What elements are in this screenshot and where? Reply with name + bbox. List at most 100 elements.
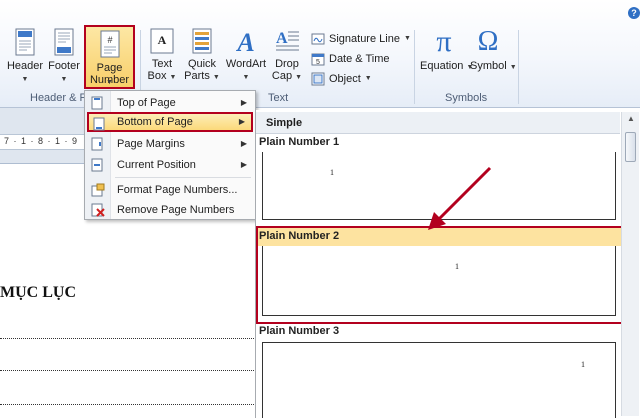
menu-item-top-of-page[interactable]: Top of Page ▶ — [87, 93, 253, 113]
date-time-label: Date & Time — [329, 52, 390, 65]
text-box-button[interactable]: A Text Box ▼ — [144, 28, 180, 92]
quick-parts-button[interactable]: Quick Parts ▼ — [183, 28, 221, 92]
menu-item-label: Page Margins — [117, 138, 185, 150]
submenu-arrow-icon: ▶ — [240, 160, 247, 169]
page-number-glyph: # — [107, 35, 112, 45]
object-button[interactable]: Object ▼ — [311, 69, 372, 88]
scroll-up-icon[interactable]: ▲ — [624, 114, 638, 128]
svg-text:A: A — [235, 28, 254, 54]
scrollbar-thumb[interactable] — [625, 132, 636, 162]
page-number-gallery: Simple Plain Number 1 1 Plain Number 2 1… — [255, 110, 640, 418]
header-label: Header — [6, 60, 44, 72]
wordart-icon: A — [235, 28, 254, 54]
chevron-down-icon: ▼ — [169, 74, 177, 81]
page-number-preview: 1 — [330, 168, 334, 177]
top-of-page-icon — [91, 96, 103, 110]
page-number-icon: # — [100, 30, 120, 58]
pi-icon: π — [436, 25, 452, 58]
footer-icon — [54, 28, 74, 56]
symbol-button[interactable]: Ω Symbol ▼ — [470, 26, 517, 92]
chevron-down-icon: ▼ — [21, 76, 29, 83]
chevron-down-icon: ▼ — [364, 75, 372, 82]
gallery-item-title: Plain Number 1 — [259, 136, 340, 148]
gallery-scrollbar[interactable]: ▲ — [621, 112, 639, 416]
gallery-item-plain-number-3[interactable]: 1 — [262, 342, 616, 418]
calendar-icon: 5 — [311, 53, 325, 66]
menu-item-label: Bottom of Page — [117, 116, 193, 128]
equation-label: Equation — [420, 60, 464, 72]
dotted-leader-line — [0, 404, 256, 405]
chevron-down-icon: ▼ — [106, 79, 113, 86]
bottom-of-page-icon — [93, 117, 105, 131]
gallery-section-header: Simple — [256, 112, 620, 134]
omega-icon: Ω — [477, 26, 499, 57]
menu-item-label: Current Position — [117, 159, 196, 171]
page-number-menu: Top of Page ▶ Bottom of Page ▶ Page Marg… — [84, 90, 256, 220]
dotted-leader-line — [0, 338, 256, 339]
page-margins-icon — [91, 137, 103, 151]
wordart-button[interactable]: A WordArt ▼ — [224, 28, 268, 92]
quick-parts-icon — [192, 28, 212, 54]
menu-item-current-position[interactable]: Current Position ▶ — [87, 155, 253, 175]
object-icon — [311, 72, 325, 85]
text-box-label-1: Text — [151, 58, 173, 70]
drop-cap-label-2: Cap — [271, 70, 293, 82]
page-number-preview: 1 — [581, 360, 585, 369]
gallery-thumb: 1 — [262, 246, 616, 316]
submenu-arrow-icon: ▶ — [240, 139, 247, 148]
svg-text:5: 5 — [316, 59, 320, 66]
chevron-down-icon: ▼ — [509, 64, 517, 71]
remove-page-numbers-icon — [91, 203, 105, 217]
group-divider — [518, 30, 519, 104]
drop-cap-button[interactable]: A Drop Cap ▼ — [270, 28, 304, 92]
gallery-item-plain-number-1[interactable]: 1 — [262, 152, 616, 220]
svg-text:A: A — [276, 30, 288, 47]
text-box-label-2: Box — [147, 70, 167, 82]
chevron-down-icon: ▼ — [242, 74, 250, 81]
submenu-arrow-icon: ▶ — [238, 117, 245, 126]
ruler-numbers: 7 · 1 · 8 · 1 · 9 — [4, 136, 79, 146]
header-icon — [15, 28, 35, 56]
header-button[interactable]: Header ▼ — [6, 28, 44, 92]
quick-parts-label-1: Quick — [187, 58, 217, 70]
menu-item-format-page-numbers[interactable]: Format Page Numbers... — [87, 180, 253, 200]
svg-text:A: A — [158, 33, 167, 47]
menu-item-label: Format Page Numbers... — [117, 184, 238, 196]
dotted-leader-line — [0, 370, 256, 371]
page-number-button[interactable]: # Page Number ▼ — [84, 25, 135, 89]
menu-item-bottom-of-page[interactable]: Bottom of Page ▶ — [87, 112, 253, 132]
chevron-down-icon: ▼ — [403, 35, 411, 42]
gallery-item-plain-number-2[interactable]: Plain Number 2 1 — [256, 226, 624, 324]
drop-cap-icon: A — [276, 30, 299, 51]
menu-item-remove-page-numbers[interactable]: Remove Page Numbers — [87, 200, 253, 220]
equation-button[interactable]: π Equation ▼ — [420, 25, 473, 92]
symbol-label: Symbol — [470, 60, 507, 72]
chevron-down-icon: ▼ — [295, 74, 303, 81]
chevron-down-icon: ▼ — [212, 74, 220, 81]
drop-cap-label-1: Drop — [275, 58, 299, 70]
signature-line-icon — [311, 33, 325, 44]
date-time-button[interactable]: 5 Date & Time — [311, 49, 390, 68]
format-page-numbers-icon — [91, 183, 105, 197]
signature-line-label: Signature Line — [329, 32, 400, 45]
quick-parts-label-2: Parts — [184, 70, 210, 82]
help-icon[interactable]: ? — [628, 7, 640, 19]
symbols-group-label: Symbols — [445, 92, 488, 104]
gallery-item-title: Plain Number 3 — [259, 325, 340, 337]
current-position-icon — [91, 158, 103, 172]
signature-line-button[interactable]: Signature Line ▼ — [311, 29, 411, 48]
menu-item-label: Top of Page — [117, 97, 176, 109]
wordart-label: WordArt — [225, 58, 267, 70]
gallery-item-title: Plain Number 2 — [259, 230, 340, 242]
page-number-label-1: Page — [96, 62, 123, 74]
menu-item-page-margins[interactable]: Page Margins ▶ — [87, 134, 253, 154]
footer-label: Footer — [48, 60, 80, 72]
text-group-label: Text — [268, 92, 289, 104]
document-heading: MỤC LỤC — [0, 284, 76, 301]
footer-button[interactable]: Footer ▼ — [46, 28, 82, 92]
object-label: Object — [329, 72, 361, 85]
page-number-preview: 1 — [455, 262, 459, 271]
menu-separator — [115, 177, 251, 178]
menu-item-label: Remove Page Numbers — [117, 204, 235, 216]
text-box-icon: A — [150, 28, 174, 54]
